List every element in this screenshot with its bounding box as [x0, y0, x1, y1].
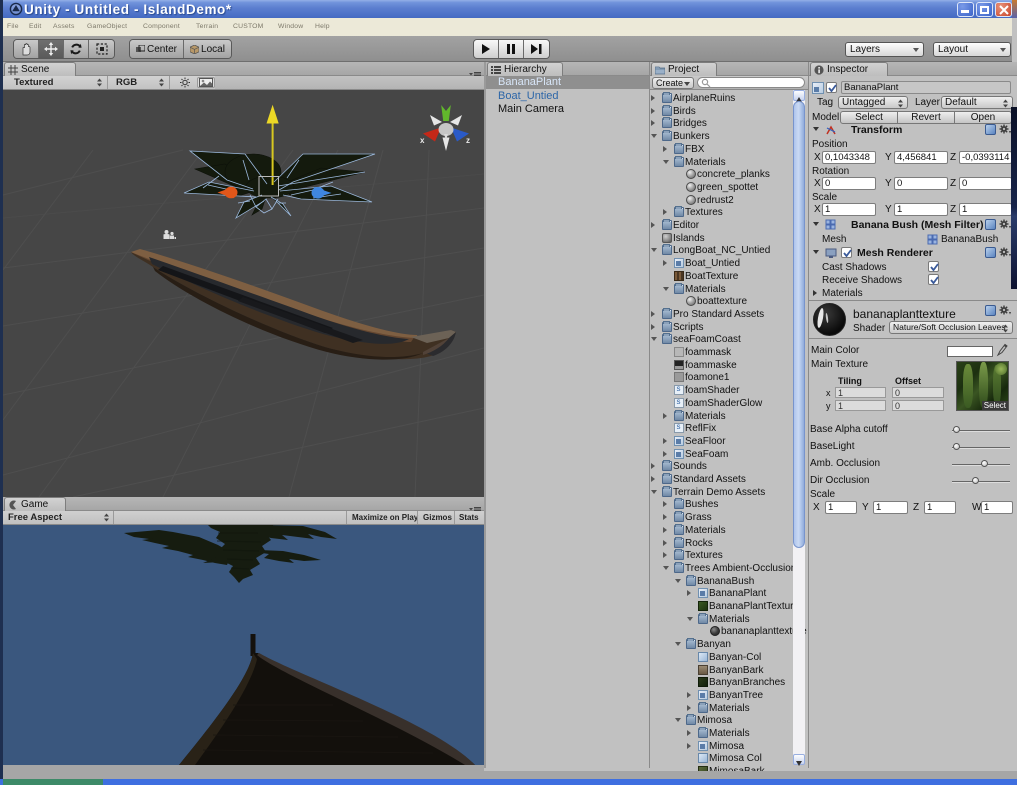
svg-text:z: z: [466, 136, 470, 145]
svg-text:x: x: [420, 136, 425, 145]
